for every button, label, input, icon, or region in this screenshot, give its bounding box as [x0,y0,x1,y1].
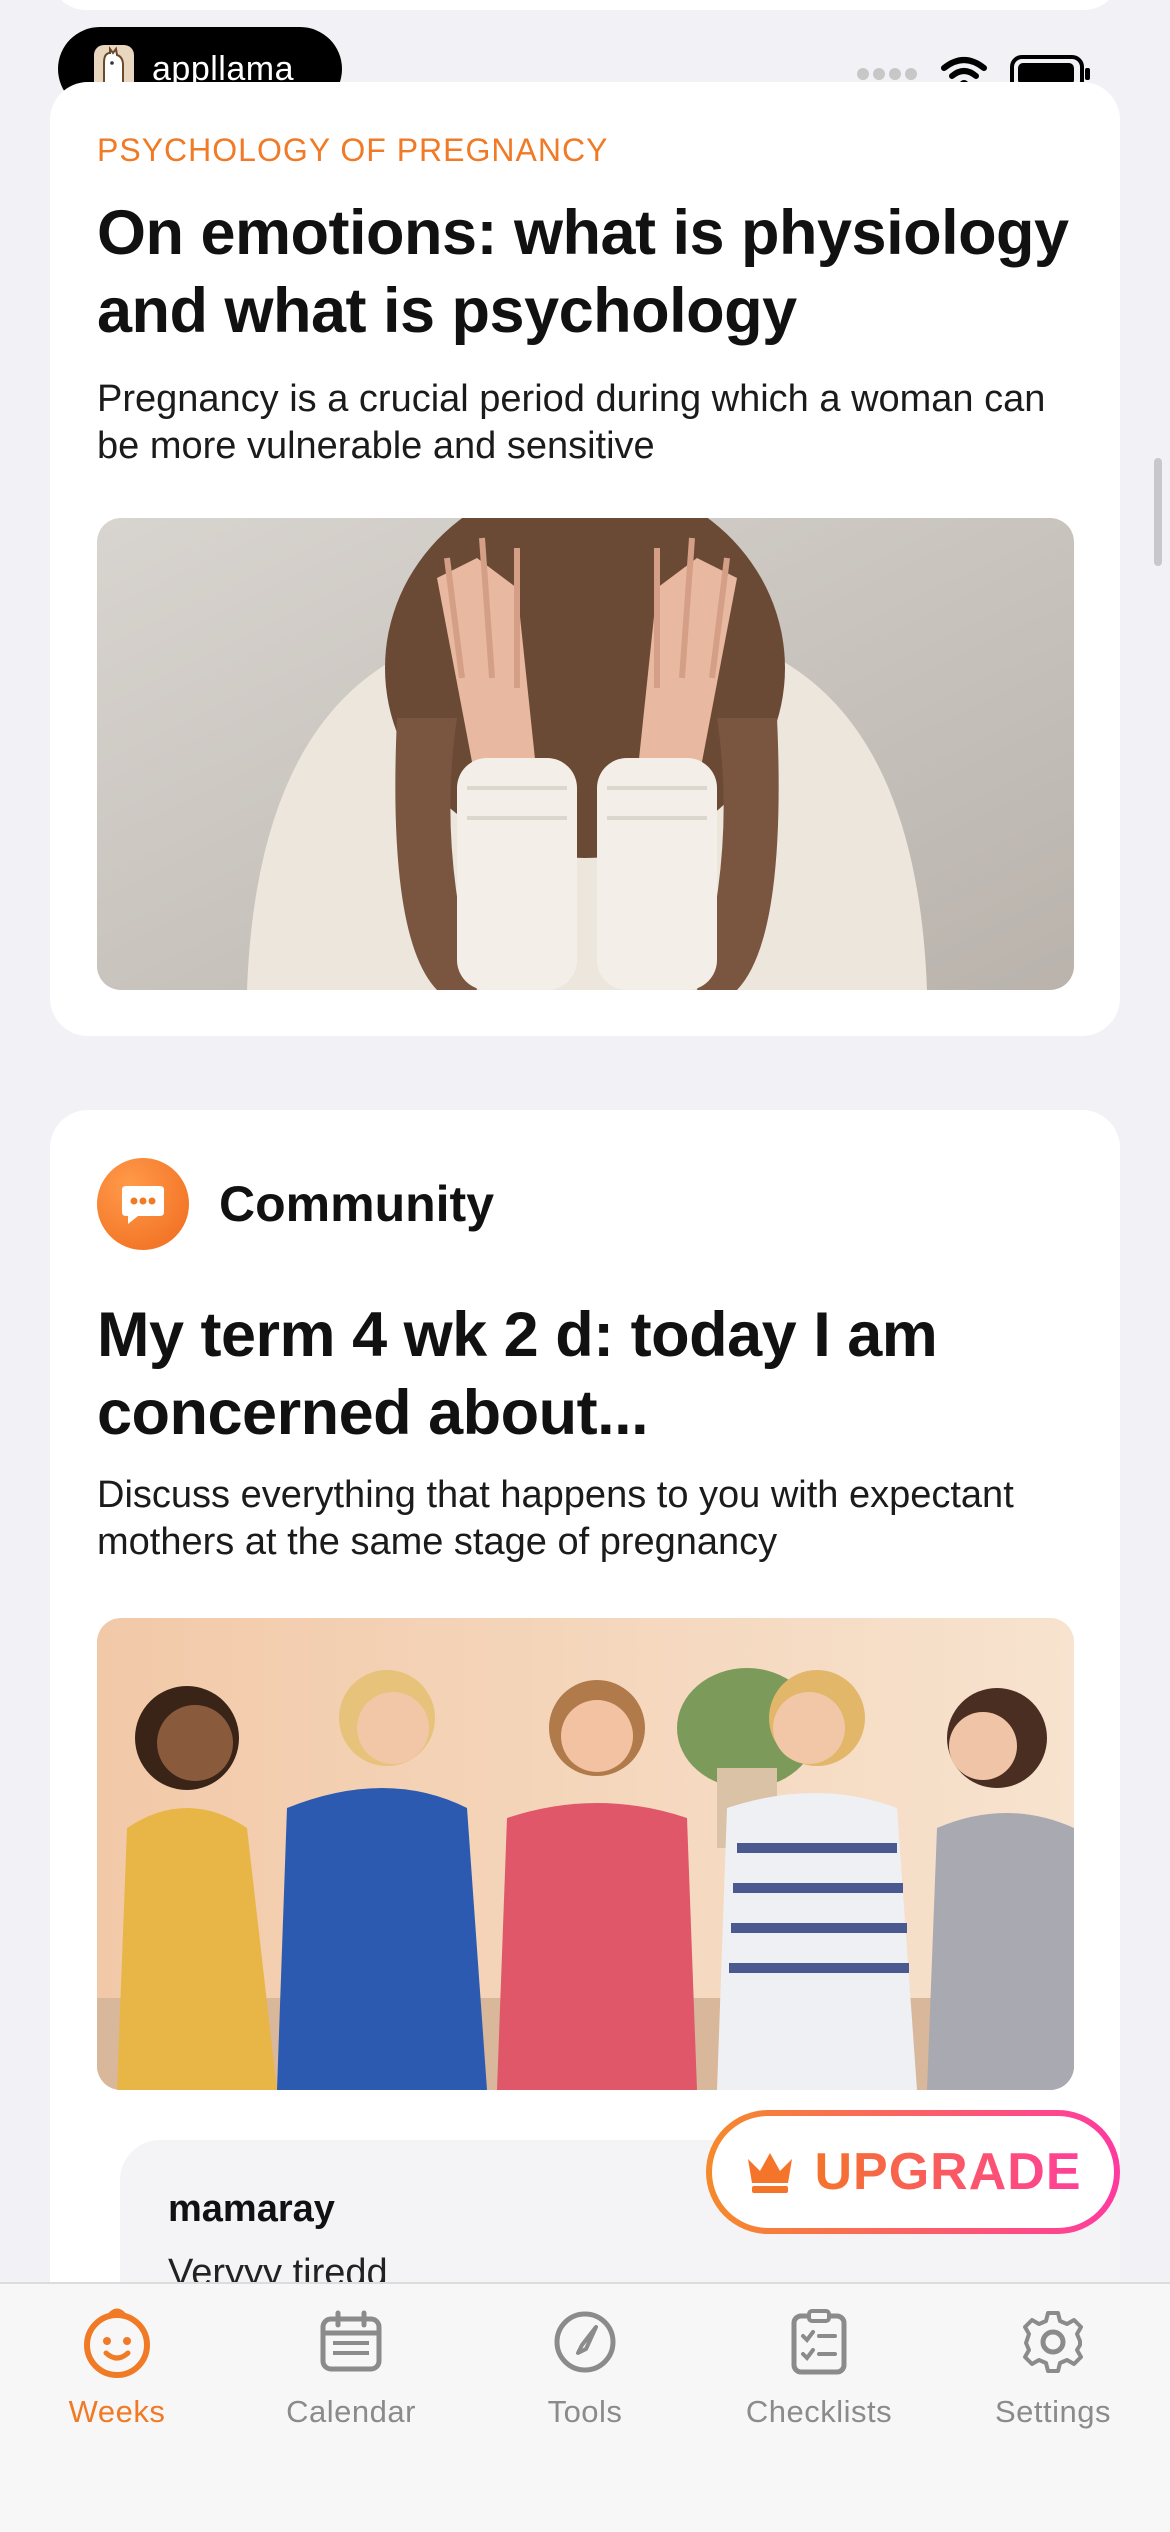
previous-card-edge [50,0,1120,10]
baby-face-icon [79,2304,155,2380]
scroll-indicator[interactable] [1154,458,1162,566]
signal-dots-icon [857,68,917,80]
tab-checklists[interactable]: Checklists [702,2304,936,2454]
community-title: My term 4 wk 2 d: today I am concerned a… [97,1300,938,1448]
calendar-icon [313,2304,389,2380]
tab-weeks[interactable]: Weeks [0,2304,234,2454]
tab-calendar[interactable]: Calendar [234,2304,468,2454]
article-description: Pregnancy is a crucial period during whi… [97,378,1046,467]
tab-settings[interactable]: Settings [936,2304,1170,2454]
checklist-icon [781,2304,857,2380]
tab-bar: Weeks Calendar Tools Checklists Settings [0,2282,1170,2532]
community-image [97,1618,1074,2090]
tab-tools[interactable]: Tools [468,2304,702,2454]
article-title: On emotions: what is physiology and what… [97,198,1069,346]
gear-icon [1015,2304,1091,2380]
upgrade-button[interactable]: UPGRADE [706,2110,1120,2234]
tools-icon [547,2304,623,2380]
chat-bubble-icon [97,1158,189,1250]
crown-icon [748,2153,793,2193]
tab-label: Settings [994,2394,1111,2429]
tab-label: Weeks [68,2394,166,2429]
tab-label: Tools [547,2394,623,2429]
article-card[interactable]: PSYCHOLOGY OF PREGNANCY On emotions: wha… [50,82,1120,1036]
community-label: Community [219,1176,494,1232]
tab-label: Checklists [745,2394,893,2429]
upgrade-label: UPGRADE [814,2143,1082,2201]
comment-author: mamaray [168,2188,335,2230]
article-image [97,518,1074,990]
tab-label: Calendar [286,2394,416,2429]
article-category: PSYCHOLOGY OF PREGNANCY [97,132,609,168]
community-description: Discuss everything that happens to you w… [97,1474,1014,1563]
community-header: Community [97,1158,494,1250]
